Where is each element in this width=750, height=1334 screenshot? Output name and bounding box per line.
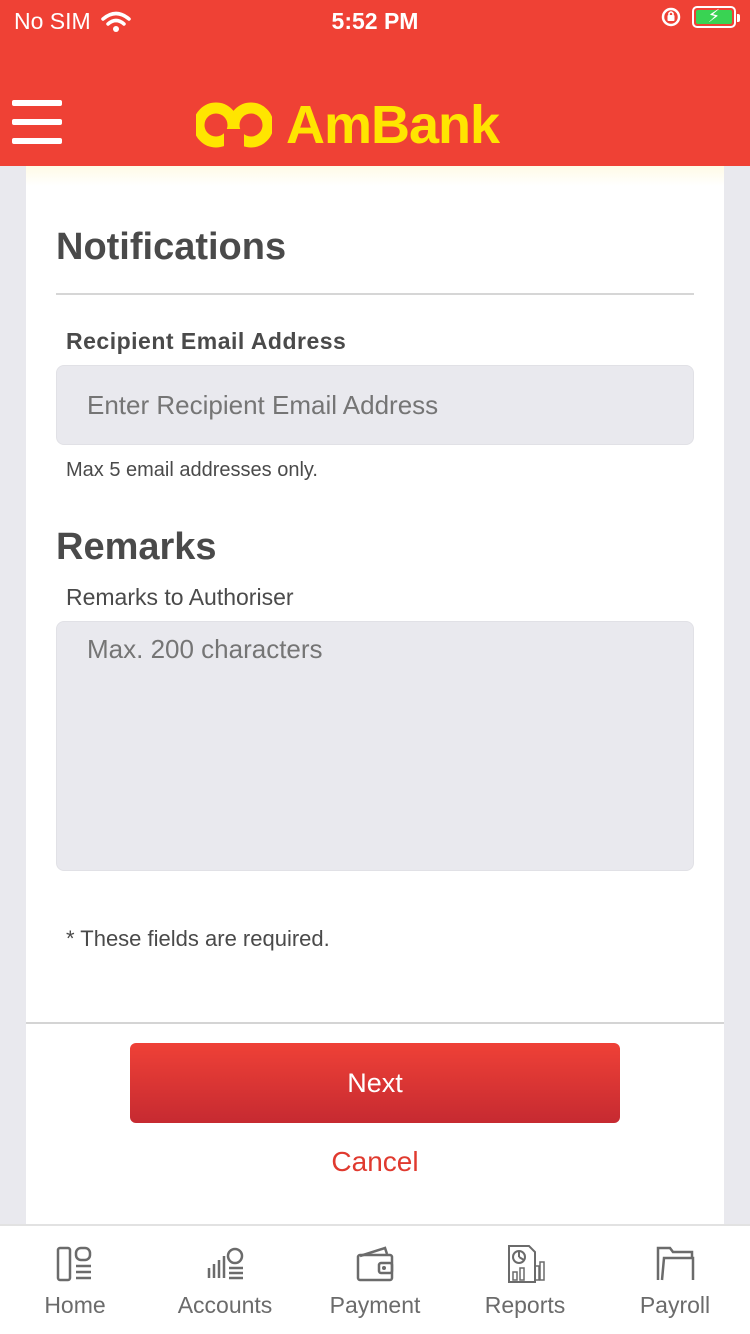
menu-icon-bar: [12, 138, 62, 144]
brand-name: AmBank: [286, 95, 500, 155]
email-hint: Max 5 email addresses only.: [66, 459, 318, 481]
brand-logo: AmBank: [196, 94, 500, 156]
folder-icon: [656, 1246, 695, 1281]
rotation-lock-icon: [661, 7, 681, 27]
email-label: Recipient Email Address: [66, 328, 347, 354]
tab-label: Payment: [329, 1292, 421, 1318]
ambank-logo-icon: [196, 102, 272, 149]
tab-label: Payroll: [639, 1292, 711, 1318]
accounts-icon: [207, 1247, 244, 1280]
tab-reports[interactable]: Reports: [450, 1226, 600, 1334]
bottom-tab-bar: Home Accounts Payment Reports Payroll: [0, 1224, 750, 1334]
section-divider: [56, 293, 694, 295]
notifications-title: Notifications: [56, 226, 287, 268]
tab-payroll[interactable]: Payroll: [600, 1226, 750, 1334]
required-note: * These fields are required.: [66, 926, 330, 951]
wallet-icon: [356, 1246, 394, 1282]
tab-accounts[interactable]: Accounts: [150, 1226, 300, 1334]
recipient-email-input[interactable]: [56, 365, 694, 445]
menu-icon-bar: [12, 100, 62, 106]
remarks-textarea[interactable]: [56, 621, 694, 871]
remarks-title: Remarks: [56, 526, 217, 568]
status-bar: No SIM 5:52 PM ⚡: [0, 0, 750, 42]
tab-home[interactable]: Home: [0, 1226, 150, 1334]
menu-icon-bar: [12, 119, 62, 125]
tab-payment[interactable]: Payment: [300, 1226, 450, 1334]
home-icon: [56, 1246, 92, 1282]
reports-icon: [508, 1245, 545, 1283]
footer-divider: [26, 1022, 724, 1024]
next-button-label: Next: [347, 1067, 403, 1098]
app-header: No SIM 5:52 PM ⚡ AmBank: [0, 0, 750, 166]
tab-label: Accounts: [177, 1292, 273, 1318]
form-card: Notifications Recipient Email Address Ma…: [26, 166, 724, 1224]
remarks-label: Remarks to Authoriser: [66, 584, 294, 610]
battery-icon: ⚡: [692, 6, 740, 28]
app-screen: No SIM 5:52 PM ⚡ AmBank Notifications Re…: [0, 0, 750, 1334]
clock: 5:52 PM: [331, 8, 419, 34]
next-button[interactable]: Next: [130, 1043, 620, 1123]
status-right: ⚡: [660, 6, 740, 28]
tab-label: Home: [44, 1292, 106, 1318]
tab-label: Reports: [484, 1292, 566, 1318]
card-top-tint: [26, 166, 724, 186]
menu-button[interactable]: [12, 100, 62, 144]
cancel-link[interactable]: Cancel: [26, 1146, 724, 1178]
